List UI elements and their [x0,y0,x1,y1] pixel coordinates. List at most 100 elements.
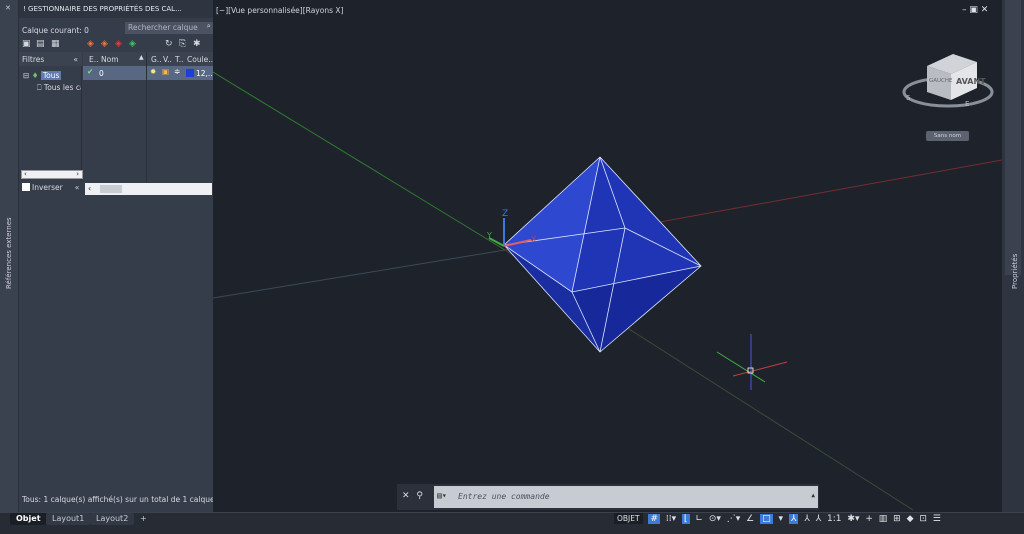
current-check-icon: ✔ [87,67,94,76]
invert-filter-checkbox[interactable]: Inverser « [22,183,79,192]
isodraft-icon[interactable]: ⋰▾ [727,514,741,524]
scale-label[interactable]: 1:1 [827,514,841,524]
ucs-y-label: Y [486,231,492,240]
minimize-icon[interactable]: – [962,5,967,15]
column-status[interactable]: E.. [89,55,99,64]
units-icon[interactable]: ⊞ [893,514,901,524]
gear-icon[interactable]: ✱ [193,39,201,49]
close-icon[interactable]: ✕ [402,491,410,501]
checkbox[interactable] [22,183,30,191]
expand-icon[interactable]: ⊟ [23,71,29,80]
restore-icon[interactable]: ▣ [969,5,978,15]
customize-icon[interactable]: ⚲ [416,491,423,501]
invert-label: Inverser [32,183,63,192]
navcube-front-label: AVANT [956,77,986,86]
column-color[interactable]: Coule.. [187,55,213,64]
search-icon[interactable]: ⌕ [207,21,211,31]
command-placeholder: Entrez une commande [458,492,550,501]
annotation-visibility-icon[interactable]: ⅄ [788,513,799,524]
layer-search-input[interactable]: Rechercher calque ⌕ [125,21,213,34]
tab-model[interactable]: Objet [10,513,47,525]
close-icon[interactable]: ✕ [981,5,989,15]
set-current-icon[interactable]: ◈ [129,39,136,49]
autoscale-icon[interactable]: ⅄ [804,514,810,524]
sun-icon[interactable]: ✹ [150,67,156,76]
navcube-south-label: S [906,94,911,102]
command-input[interactable]: ▤▾ Entrez une commande ▲ [434,486,818,508]
divider [146,52,147,184]
layer-search-placeholder: Rechercher calque [128,23,198,32]
navcube[interactable]: AVANT GAUCHE S E [902,54,994,108]
properties-palette[interactable]: Propriétés [1002,0,1024,512]
column-freeze[interactable]: G.. [151,55,162,64]
grid-line [213,249,506,299]
layer-status-text: Tous: 1 calque(s) affiché(s) sur un tota… [22,495,225,504]
gear-icon[interactable]: ✱▾ [847,514,859,524]
ucs-z-label: Z [502,209,508,219]
infer-constraints-icon[interactable]: ⌊ [682,513,690,524]
layer-settings-icon[interactable]: ⎘ [179,39,186,49]
command-line: ✕ ⚲ ▤▾ Entrez une commande ▲ [397,484,819,510]
layer-table-header: E.. Nom ▲ G.. V.. T.. Coule.. [83,52,213,66]
osnap-icon[interactable]: □ [760,513,773,524]
status-bar: Objet Layout1 Layout2 + OBJET # ⁞⁞▾ ⌊ ∟ … [0,512,1024,534]
tree-item-used-label: Tous les calques utilisés [43,83,81,92]
navcube-left-label: GAUCHE [929,78,953,84]
hardware-acceleration-icon[interactable]: ◆ [907,514,914,524]
layer-table-scrollbar[interactable]: ‹ [85,183,212,195]
color-swatch[interactable] [186,69,194,77]
window-controls: – ▣ ✕ [962,5,988,15]
expand-icon[interactable]: ▲ [811,492,815,499]
tree-item-used[interactable]: ⎕ Tous les calques utilisés [37,83,81,93]
properties-label: Propriétés [1011,253,1019,289]
plus-icon[interactable]: + [865,514,873,524]
dropdown-icon[interactable]: ▾ [779,514,784,524]
polar-icon[interactable]: ⊙▾ [709,514,721,524]
ucs-menu[interactable]: Sans nom [926,131,969,141]
new-filter-icon[interactable]: ▣ [22,39,31,49]
refresh-icon[interactable]: ↻ [165,39,173,49]
collapse-icon[interactable]: « [75,183,80,192]
ortho-icon[interactable]: ∟ [695,514,703,524]
table-row[interactable]: ✔ 0 ✹ ▣ ≑ 12,... [83,66,215,80]
command-history-icon[interactable]: ▤▾ [437,491,447,500]
grid-icon[interactable]: # [648,513,661,524]
annotation-scale-icon[interactable]: ⅄ [816,514,822,524]
snap-icon[interactable]: ⁞⁞▾ [666,514,676,524]
external-references-label: Références externes [5,217,13,289]
tree-item-all[interactable]: ⊟ ♦ Tous [23,71,62,80]
filter-tree-scrollbar[interactable]: ‹ › [21,170,83,179]
y-axis-line [213,71,506,251]
osnap-tracking-icon[interactable]: ∠ [746,514,754,524]
command-line-tools: ✕ ⚲ [402,491,423,501]
layer-manager-title: ! GESTIONNAIRE DES PROPRIÉTÉS DES CAL... [19,0,213,18]
plot-icon[interactable]: ≑ [174,67,180,76]
filters-header: Filtres « [19,52,82,66]
tab-layout2[interactable]: Layout2 [90,513,135,525]
cursor-y [716,351,766,383]
sort-icon: ▲ [139,54,144,61]
group-filter-icon[interactable]: ▤ [36,39,45,49]
new-layer-icon[interactable]: ◈ [87,39,94,49]
delete-layer-icon[interactable]: ◈ [115,39,122,49]
lock-icon[interactable]: ▣ [162,67,169,76]
tree-item-all-label: Tous [40,71,62,80]
collapse-icon[interactable]: « [73,55,78,64]
drawing-viewport[interactable]: Z Y X AVANT GAUCHE S E [−][Vue personnal… [213,0,1002,512]
layer-name[interactable]: 0 [99,69,104,78]
add-tab-button[interactable]: + [134,513,153,525]
external-references-palette[interactable]: ✕ Références externes [0,0,19,512]
menu-icon[interactable]: ☰ [933,514,941,524]
viewport-controls-label[interactable]: [−][Vue personnalisée][Rayons X] [216,6,343,15]
clean-screen-icon[interactable]: ⊡ [919,514,927,524]
state-manager-icon[interactable]: ▦ [51,39,60,49]
new-layer-frozen-icon[interactable]: ◈ [101,39,108,49]
model-space-button[interactable]: OBJET [614,513,643,524]
scrollbar-thumb[interactable] [100,185,122,193]
quick-properties-icon[interactable]: ▥ [879,514,888,524]
column-lock[interactable]: V.. [163,55,172,64]
palette-close-icon[interactable]: ✕ [5,4,11,12]
column-name[interactable]: Nom [101,55,119,64]
column-transparency[interactable]: T.. [175,55,183,64]
tab-layout1[interactable]: Layout1 [46,513,91,525]
